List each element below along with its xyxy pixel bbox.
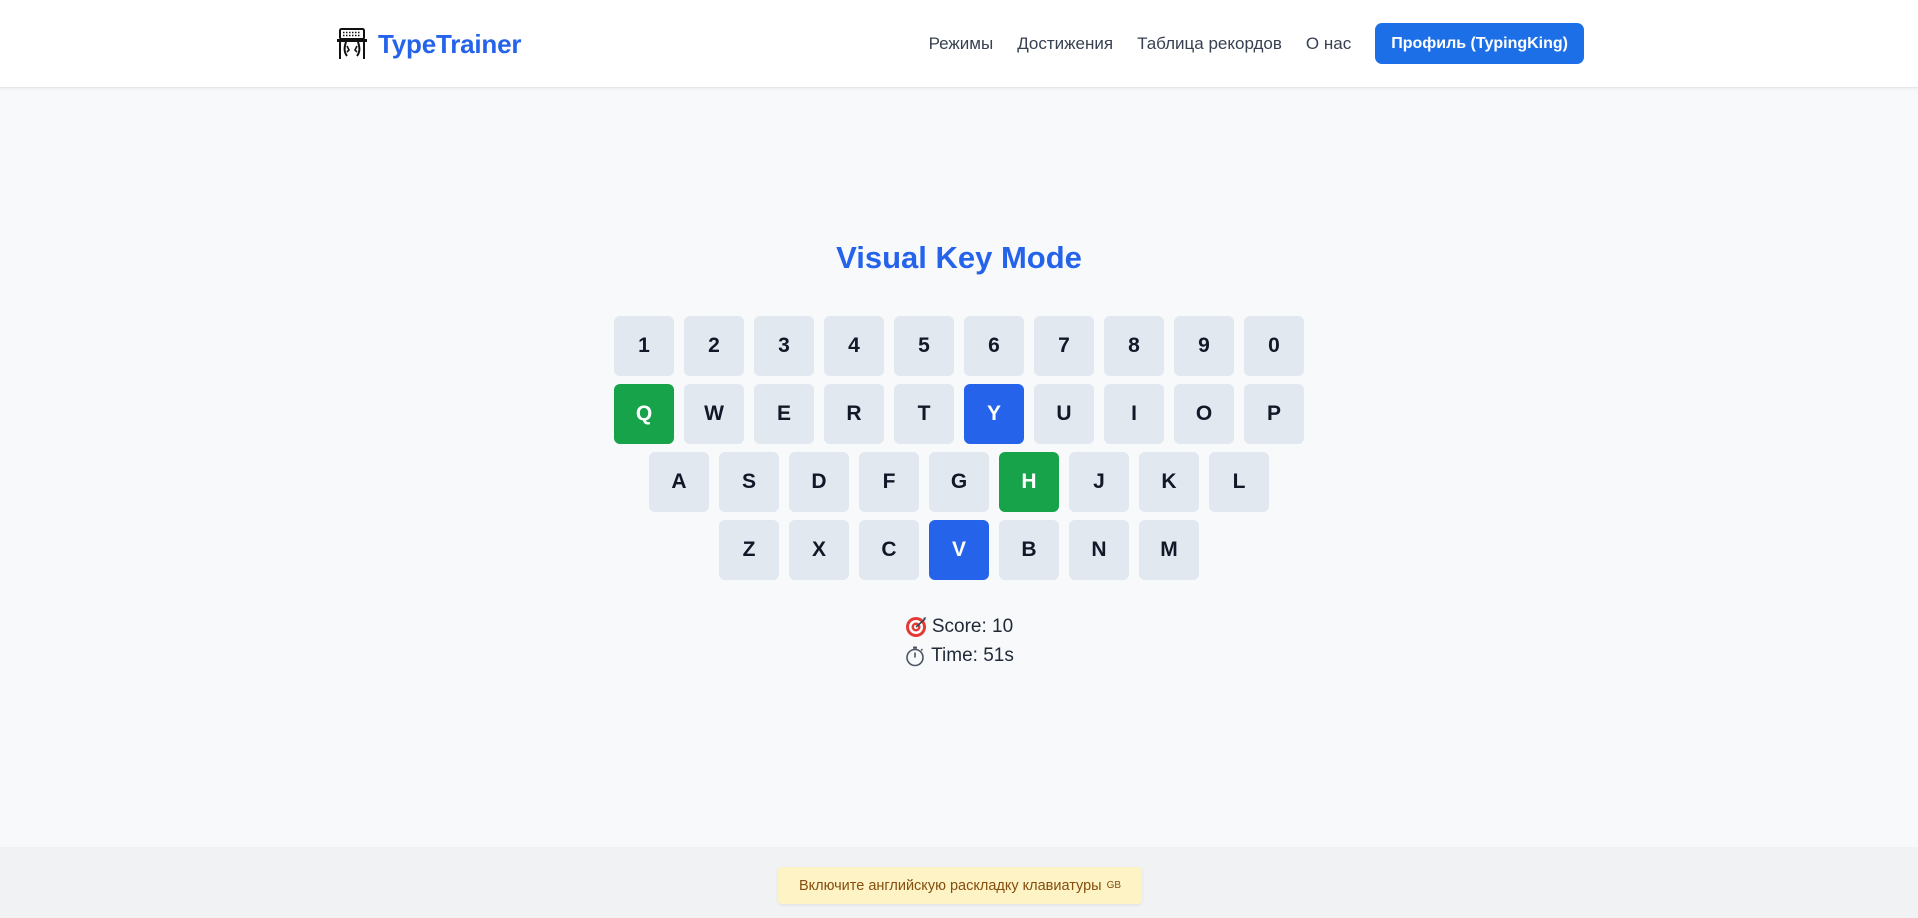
key-p[interactable]: P: [1244, 384, 1304, 444]
layout-notice: Включите английскую раскладку клавиатуры…: [778, 867, 1142, 904]
nav-modes[interactable]: Режимы: [929, 34, 994, 54]
key-i[interactable]: I: [1104, 384, 1164, 444]
key-m[interactable]: M: [1139, 520, 1199, 580]
key-f[interactable]: F: [859, 452, 919, 512]
key-x[interactable]: X: [789, 520, 849, 580]
key-c[interactable]: C: [859, 520, 919, 580]
key-r[interactable]: R: [824, 384, 884, 444]
key-h[interactable]: H: [999, 452, 1059, 512]
target-icon: [905, 616, 926, 637]
key-w[interactable]: W: [684, 384, 744, 444]
keyboard-row-home: A S D F G H J K L: [0, 452, 1918, 512]
key-u[interactable]: U: [1034, 384, 1094, 444]
key-8[interactable]: 8: [1104, 316, 1164, 376]
keyboard-row-numbers: 1 2 3 4 5 6 7 8 9 0: [0, 316, 1918, 376]
key-q[interactable]: Q: [614, 384, 674, 444]
nav-leaderboard[interactable]: Таблица рекордов: [1137, 34, 1282, 54]
key-7[interactable]: 7: [1034, 316, 1094, 376]
stopwatch-icon: [906, 646, 924, 666]
key-s[interactable]: S: [719, 452, 779, 512]
brand-logo-link[interactable]: TypeTrainer: [334, 26, 521, 62]
key-4[interactable]: 4: [824, 316, 884, 376]
key-t[interactable]: T: [894, 384, 954, 444]
profile-button[interactable]: Профиль (TypingKing): [1375, 23, 1584, 64]
page-title: Visual Key Mode: [836, 240, 1082, 275]
key-o[interactable]: O: [1174, 384, 1234, 444]
key-6[interactable]: 6: [964, 316, 1024, 376]
key-z[interactable]: Z: [719, 520, 779, 580]
brand-name: TypeTrainer: [378, 28, 522, 59]
key-5[interactable]: 5: [894, 316, 954, 376]
keyboard-row-top: Q W E R T Y U I O P: [0, 384, 1918, 444]
key-l[interactable]: L: [1209, 452, 1269, 512]
score-line: Score: 10: [0, 612, 1918, 641]
top-header: TypeTrainer Режимы Достижения Таблица ре…: [0, 0, 1918, 88]
key-9[interactable]: 9: [1174, 316, 1234, 376]
score-value: Score: 10: [931, 616, 1014, 637]
time-value: Time: 51s: [931, 645, 1014, 666]
key-g[interactable]: G: [929, 452, 989, 512]
key-n[interactable]: N: [1069, 520, 1129, 580]
notice-text: Включите английскую раскладку клавиатуры: [798, 877, 1102, 894]
key-y[interactable]: Y: [964, 384, 1024, 444]
key-k[interactable]: K: [1139, 452, 1199, 512]
key-3[interactable]: 3: [754, 316, 814, 376]
notice-layout-badge: GB: [1106, 880, 1122, 891]
key-v[interactable]: V: [929, 520, 989, 580]
game-stats: Score: 10 Time: 51s: [0, 612, 1918, 670]
key-0[interactable]: 0: [1244, 316, 1304, 376]
typing-keyboard-icon: [337, 28, 367, 59]
key-j[interactable]: J: [1069, 452, 1129, 512]
nav-about[interactable]: О нас: [1306, 34, 1351, 54]
key-a[interactable]: A: [649, 452, 709, 512]
keyboard-row-bottom: Z X C V B N M: [0, 520, 1918, 580]
key-1[interactable]: 1: [614, 316, 674, 376]
nav-achievements[interactable]: Достижения: [1017, 34, 1113, 54]
key-d[interactable]: D: [789, 452, 849, 512]
key-2[interactable]: 2: [684, 316, 744, 376]
key-b[interactable]: B: [999, 520, 1059, 580]
main-nav: Режимы Достижения Таблица рекордов О нас…: [929, 23, 1584, 64]
time-line: Time: 51s: [0, 641, 1918, 670]
key-e[interactable]: E: [754, 384, 814, 444]
